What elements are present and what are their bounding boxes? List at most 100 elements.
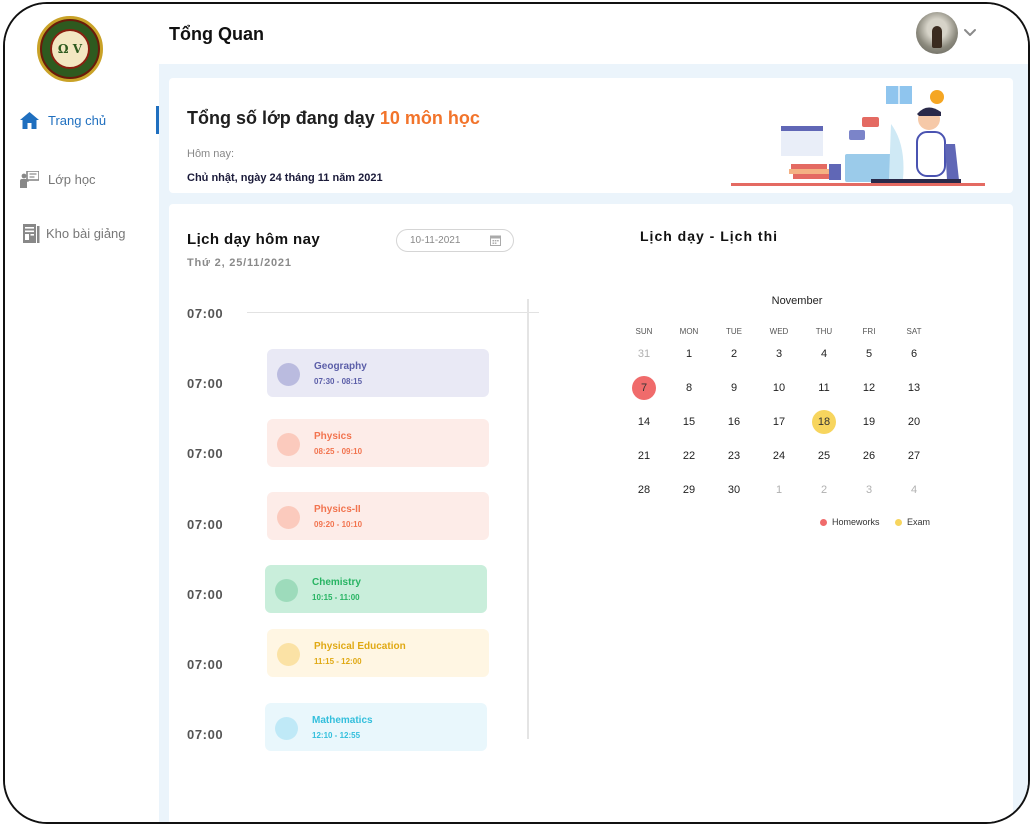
sidebar-item-label: Kho bài giảng [46, 225, 126, 241]
timeline-separator [527, 299, 529, 739]
schedule-panel: Lịch dạy hôm nay Thứ 2, 25/11/2021 10-11… [169, 204, 1013, 822]
calendar-day[interactable]: 29 [677, 478, 701, 502]
calendar-day[interactable]: 2 [812, 478, 836, 502]
legend-exam: Exam [895, 517, 930, 527]
calendar-week-row: 7 8 9 10 11 12 13 [632, 376, 925, 400]
event-dot [277, 506, 300, 529]
calendar-day[interactable]: 3 [857, 478, 881, 502]
calendar-day[interactable]: 2 [722, 342, 746, 366]
calendar-day[interactable]: 31 [632, 342, 656, 366]
calendar-day[interactable]: 3 [767, 342, 791, 366]
calendar-day[interactable]: 8 [677, 376, 701, 400]
calendar-day[interactable]: 4 [812, 342, 836, 366]
calendar-week-row: 31 1 2 3 4 5 6 [632, 342, 925, 366]
sidebar-item-home[interactable]: Trang chủ [5, 106, 159, 134]
event-dot [275, 579, 298, 602]
app-window: Ω V Trang chủ Lớp học Kho bài giảng Tổng… [3, 2, 1030, 824]
sidebar-item-label: Trang chủ [48, 112, 107, 128]
event-name: Mathematics [312, 715, 373, 726]
time-label: 07:00 [187, 376, 224, 391]
calendar-day[interactable]: 17 [767, 410, 791, 434]
calendar-day[interactable]: 6 [902, 342, 926, 366]
event-card[interactable]: Chemistry 10:15 - 11:00 [265, 565, 487, 613]
calendar-day[interactable]: 7 [632, 376, 656, 400]
event-time: 09:20 - 10:10 [314, 520, 363, 529]
calendar-title: Lịch dạy - Lịch thi [640, 228, 779, 244]
time-label: 07:00 [187, 306, 224, 321]
sidebar-item-classes[interactable]: Lớp học [5, 165, 159, 193]
event-time: 12:10 - 12:55 [312, 731, 361, 740]
document-icon [21, 223, 41, 243]
calendar-day[interactable]: 30 [722, 478, 746, 502]
calendar-day[interactable]: 16 [722, 410, 746, 434]
calendar-day[interactable]: 24 [767, 444, 791, 468]
school-logo[interactable]: Ω V [37, 16, 103, 82]
weekday-label: FRI [862, 327, 876, 336]
calendar-day[interactable]: 5 [857, 342, 881, 366]
event-dot [277, 643, 300, 666]
calendar-month: November [771, 295, 823, 307]
calendar-day[interactable]: 14 [632, 410, 656, 434]
time-label: 07:00 [187, 727, 224, 742]
event-time: 10:15 - 11:00 [312, 593, 360, 602]
weekday-label: SAT [906, 327, 922, 336]
calendar-day[interactable]: 10 [767, 376, 791, 400]
calendar-day[interactable]: 21 [632, 444, 656, 468]
calendar-day[interactable]: 26 [857, 444, 881, 468]
teacher-board-icon [19, 169, 39, 189]
event-card[interactable]: Geography 07:30 - 08:15 [267, 349, 489, 397]
calendar-day[interactable]: 19 [857, 410, 881, 434]
calendar-day[interactable]: 13 [902, 376, 926, 400]
classes-count-label: Tổng số lớp đang dạy [187, 108, 375, 128]
calendar-day[interactable]: 27 [902, 444, 926, 468]
calendar-day[interactable]: 11 [812, 376, 836, 400]
event-card[interactable]: Physics 08:25 - 09:10 [267, 419, 489, 467]
event-dot [275, 717, 298, 740]
chevron-down-icon[interactable] [962, 24, 978, 40]
schedule-date: Thứ 2, 25/11/2021 [187, 257, 292, 269]
calendar-week-row: 21 22 23 24 25 26 27 [632, 444, 925, 468]
event-card[interactable]: Physical Education 11:15 - 12:00 [267, 629, 489, 677]
event-card[interactable]: Mathematics 12:10 - 12:55 [265, 703, 487, 751]
page-title: Tổng Quan [169, 24, 264, 44]
calendar-day[interactable]: 18 [812, 410, 836, 434]
calendar-day[interactable]: 15 [677, 410, 701, 434]
homeworks-legend-dot [820, 518, 827, 526]
legend-label: Homeworks [832, 517, 880, 527]
summary-card: Tổng số lớp đang dạy 10 môn học Hôm nay:… [169, 78, 1013, 193]
event-time: 11:15 - 12:00 [314, 657, 362, 666]
today-label: Hôm nay: [187, 148, 235, 160]
calendar-day[interactable]: 9 [722, 376, 746, 400]
sidebar-item-lecture-library[interactable]: Kho bài giảng [5, 219, 159, 247]
calendar-day[interactable]: 4 [902, 478, 926, 502]
weekday-label: WED [769, 327, 789, 336]
calendar-day[interactable]: 28 [632, 478, 656, 502]
exam-legend-dot [895, 518, 902, 526]
event-name: Chemistry [312, 577, 361, 588]
date-picker-input[interactable]: 10-11-2021 [396, 229, 514, 252]
time-label: 07:00 [187, 446, 224, 461]
teacher-illustration [731, 86, 985, 186]
calendar-day[interactable]: 20 [902, 410, 926, 434]
calendar-day[interactable]: 25 [812, 444, 836, 468]
weekday-label: TUE [726, 327, 742, 336]
home-icon [19, 110, 39, 130]
weekday-label: SUN [635, 327, 653, 336]
calendar-day[interactable]: 12 [857, 376, 881, 400]
calendar-day[interactable]: 1 [677, 342, 701, 366]
calendar-icon[interactable] [490, 235, 501, 246]
legend-homeworks: Homeworks [820, 517, 880, 527]
event-card[interactable]: Physics-II 09:20 - 10:10 [267, 492, 489, 540]
calendar-day[interactable]: 23 [722, 444, 746, 468]
classes-count-value: 10 môn học [379, 108, 480, 128]
calendar-day[interactable]: 22 [677, 444, 701, 468]
weekday-header: SUN MON TUE WED THU FRI SAT [632, 320, 925, 344]
weekday-label: THU [815, 327, 833, 336]
event-name: Physics [314, 431, 352, 442]
calendar-day[interactable]: 1 [767, 478, 791, 502]
user-avatar[interactable] [916, 12, 958, 54]
sidebar: Ω V Trang chủ Lớp học Kho bài giảng [5, 4, 159, 822]
time-label: 07:00 [187, 517, 224, 532]
classes-count-heading: Tổng số lớp đang dạy 10 môn học [187, 108, 480, 129]
event-time: 08:25 - 09:10 [314, 447, 363, 456]
